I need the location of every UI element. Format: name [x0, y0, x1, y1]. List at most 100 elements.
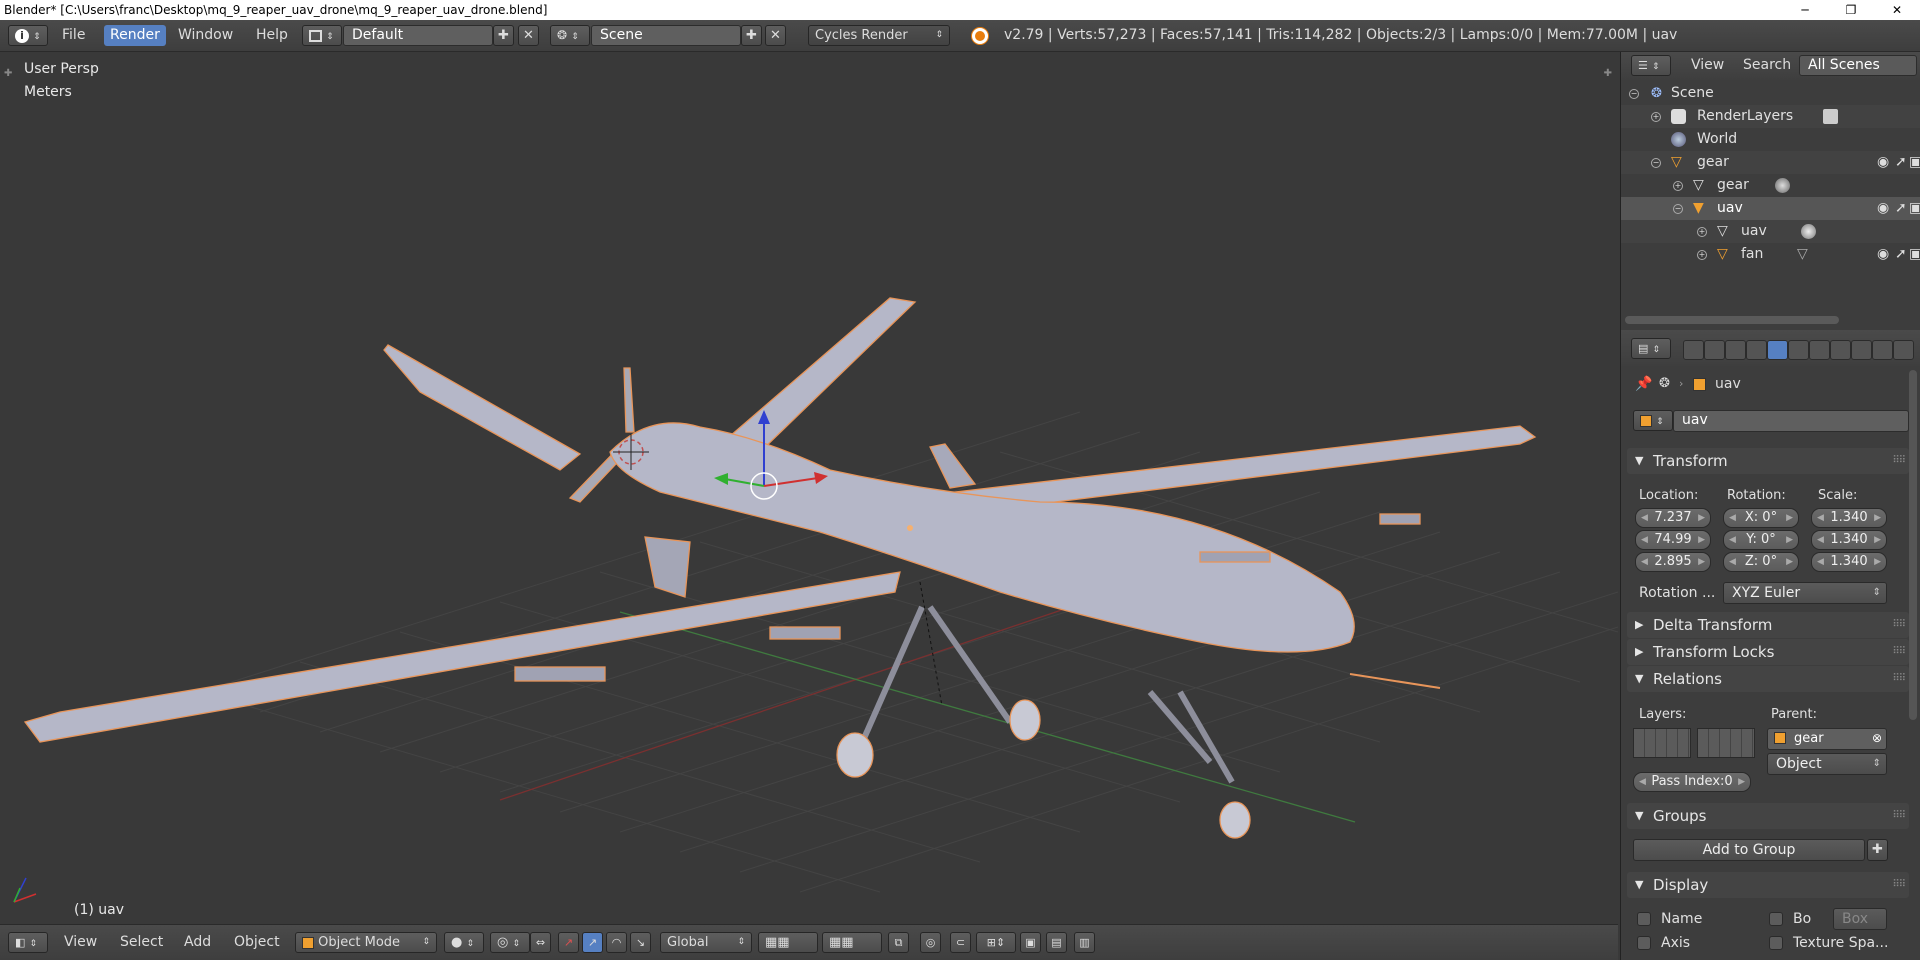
- display-mode-dropdown[interactable]: All Scenes: [1799, 55, 1917, 76]
- parent-field[interactable]: gear ⊗: [1767, 728, 1887, 750]
- cursor-icon[interactable]: ➚: [1895, 243, 1907, 266]
- location-y-field[interactable]: ◀ 74.99 ▶: [1635, 530, 1711, 550]
- render-camera-icon[interactable]: ▣: [1909, 197, 1920, 220]
- translate-manipulator-button[interactable]: ↗: [558, 932, 579, 953]
- outliner-row-gear-mesh[interactable]: + ▽ gear: [1621, 174, 1920, 197]
- tab-material[interactable]: [1851, 340, 1872, 360]
- remove-scene-button[interactable]: ✕: [765, 25, 786, 46]
- outliner-menu-search[interactable]: Search: [1737, 55, 1797, 76]
- outliner-hscrollbar[interactable]: [1625, 316, 1839, 324]
- close-button[interactable]: ✕: [1874, 0, 1920, 20]
- transform-panel-header[interactable]: ▼ Transform ⠿⠿: [1627, 448, 1909, 474]
- cursor-icon[interactable]: ➚: [1895, 151, 1907, 174]
- grip-icon[interactable]: ⠿⠿: [1892, 448, 1906, 474]
- viewport-canvas[interactable]: [0, 52, 1618, 924]
- pivot-point-button[interactable]: ◎ ⇕: [490, 932, 530, 953]
- screen-layout-button[interactable]: ⇕: [302, 25, 342, 46]
- layout-name-field[interactable]: Default: [343, 25, 493, 46]
- delta-transform-panel-header[interactable]: ▶ Delta Transform ⠿⠿: [1627, 612, 1909, 638]
- tab-particles[interactable]: [1893, 340, 1914, 360]
- layers-grid-b[interactable]: [1697, 728, 1755, 758]
- outliner-row-scene[interactable]: − ❂ Scene: [1621, 82, 1920, 105]
- rotate-manipulator-button[interactable]: ↗: [582, 932, 603, 953]
- grip-icon[interactable]: ⠿⠿: [1892, 872, 1906, 898]
- proportional-edit-button[interactable]: ◎: [920, 932, 941, 953]
- eye-icon[interactable]: ◉: [1877, 151, 1889, 174]
- outliner-menu-view[interactable]: View: [1685, 55, 1730, 76]
- tab-object[interactable]: [1767, 340, 1788, 360]
- axis-checkbox[interactable]: [1637, 936, 1651, 950]
- expand-icon[interactable]: +: [1697, 227, 1707, 237]
- lock-camera-button[interactable]: ⧉: [888, 932, 909, 953]
- menu-help[interactable]: Help: [250, 25, 294, 46]
- grip-icon[interactable]: ⠿⠿: [1892, 639, 1906, 665]
- region-toggle-right-icon[interactable]: ✚: [1604, 68, 1612, 79]
- groups-panel-header[interactable]: ▼ Groups ⠿⠿: [1627, 803, 1909, 829]
- add-to-group-button[interactable]: Add to Group: [1633, 839, 1865, 861]
- rotation-mode-dropdown[interactable]: XYZ Euler ⇕: [1723, 582, 1887, 604]
- scene-selector-button[interactable]: ❂ ⇕: [550, 25, 590, 46]
- outliner-row-uav[interactable]: − ▼ uav ◉ ➚ ▣: [1621, 197, 1920, 220]
- pin-icon[interactable]: 📌: [1635, 376, 1652, 392]
- render-anim-opengl-button[interactable]: ▥: [1074, 932, 1095, 953]
- rotation-x-field[interactable]: ◀ X: 0° ▶: [1723, 508, 1799, 528]
- location-z-field[interactable]: ◀ 2.895 ▶: [1635, 552, 1711, 572]
- menu-window[interactable]: Window: [172, 25, 239, 46]
- manipulator-toggle-button[interactable]: ⇔: [530, 932, 551, 953]
- mode-dropdown[interactable]: Object Mode ⇕: [295, 932, 437, 953]
- scale-manipulator-button[interactable]: ↘: [630, 932, 651, 953]
- snap-element-button[interactable]: ⊞⇕: [976, 932, 1016, 953]
- properties-scrollbar[interactable]: [1909, 370, 1917, 720]
- render-anim-button[interactable]: ▤: [1046, 932, 1067, 953]
- render-camera-icon[interactable]: ▣: [1909, 151, 1920, 174]
- name-checkbox[interactable]: [1637, 912, 1651, 926]
- snap-toggle-button[interactable]: ⊂: [950, 932, 971, 953]
- add-group-plus-button[interactable]: ✚: [1867, 839, 1888, 861]
- eye-icon[interactable]: ◉: [1877, 243, 1889, 266]
- tab-data[interactable]: [1830, 340, 1851, 360]
- grip-icon[interactable]: ⠿⠿: [1892, 803, 1906, 829]
- menu-view[interactable]: View: [58, 932, 103, 953]
- transform-locks-panel-header[interactable]: ▶ Transform Locks ⠿⠿: [1627, 639, 1909, 665]
- texture-space-checkbox[interactable]: [1769, 936, 1783, 950]
- object-browse-button[interactable]: ⇕: [1633, 410, 1673, 431]
- rotation-y-field[interactable]: ◀ Y: 0° ▶: [1723, 530, 1799, 550]
- add-layout-button[interactable]: ✚: [493, 25, 514, 46]
- expand-icon[interactable]: +: [1697, 250, 1707, 260]
- menu-add[interactable]: Add: [178, 932, 217, 953]
- tab-modifiers[interactable]: [1809, 340, 1830, 360]
- tab-render[interactable]: [1683, 340, 1704, 360]
- eye-icon[interactable]: ◉: [1877, 197, 1889, 220]
- editor-type-info-button[interactable]: i ⇕: [8, 25, 48, 46]
- expand-icon[interactable]: +: [1651, 112, 1661, 122]
- scale-x-field[interactable]: ◀ 1.340 ▶: [1811, 508, 1887, 528]
- menu-file[interactable]: File: [56, 25, 91, 46]
- bounds-checkbox[interactable]: [1769, 912, 1783, 926]
- grip-icon[interactable]: ⠿⠿: [1892, 666, 1906, 692]
- layers-grid-right[interactable]: ▦▦: [822, 932, 882, 953]
- tab-constraints[interactable]: [1788, 340, 1809, 360]
- menu-select[interactable]: Select: [114, 932, 169, 953]
- editor-type-outliner-button[interactable]: ☰ ⇕: [1631, 55, 1671, 76]
- render-camera-icon[interactable]: ▣: [1909, 243, 1920, 266]
- tab-world[interactable]: [1746, 340, 1767, 360]
- display-panel-header[interactable]: ▼ Display ⠿⠿: [1627, 872, 1909, 898]
- object-name-field[interactable]: uav: [1673, 410, 1909, 432]
- remove-layout-button[interactable]: ✕: [518, 25, 539, 46]
- outliner-row-world[interactable]: World: [1621, 128, 1920, 151]
- menu-render[interactable]: Render: [104, 25, 166, 46]
- add-scene-button[interactable]: ✚: [741, 25, 762, 46]
- scale-y-field[interactable]: ◀ 1.340 ▶: [1811, 530, 1887, 550]
- scene-name-field[interactable]: Scene: [591, 25, 741, 46]
- collapse-icon[interactable]: −: [1673, 204, 1683, 214]
- expand-icon[interactable]: +: [1673, 181, 1683, 191]
- location-x-field[interactable]: ◀ 7.237 ▶: [1635, 508, 1711, 528]
- minimize-button[interactable]: ─: [1782, 0, 1828, 20]
- rotation-z-field[interactable]: ◀ Z: 0° ▶: [1723, 552, 1799, 572]
- clear-icon[interactable]: ⊗: [1872, 729, 1882, 748]
- menu-object[interactable]: Object: [228, 932, 286, 953]
- 3d-viewport[interactable]: User Persp Meters (1) uav ✚ ✚: [0, 52, 1618, 924]
- pass-index-field[interactable]: ◀ Pass Index:0 ▶: [1633, 772, 1751, 792]
- render-opengl-button[interactable]: ▣: [1020, 932, 1041, 953]
- scale-z-field[interactable]: ◀ 1.340 ▶: [1811, 552, 1887, 572]
